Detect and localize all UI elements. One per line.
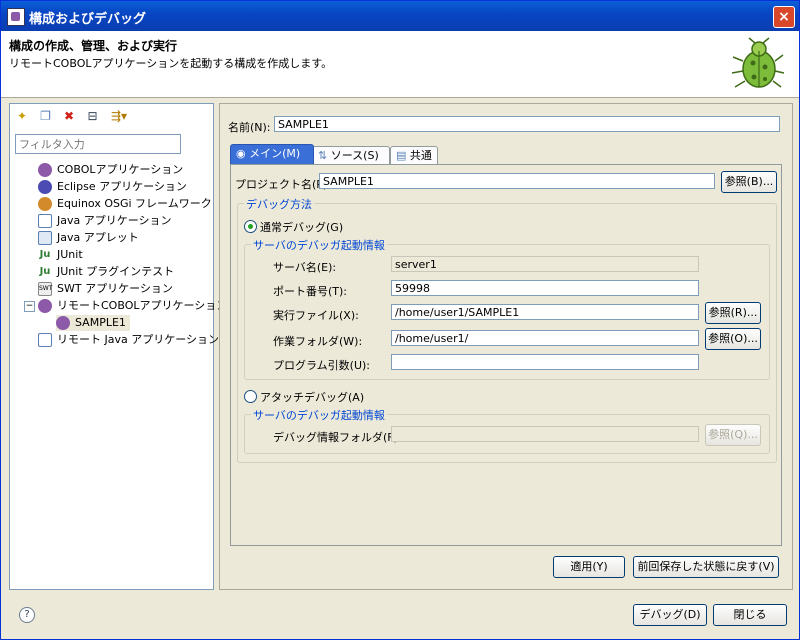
attach-debug-radio[interactable] xyxy=(244,390,257,403)
tab-label: ソース(S) xyxy=(330,149,379,162)
delete-icon[interactable]: ✖ xyxy=(61,108,77,124)
osgi-icon xyxy=(38,197,52,211)
duplicate-icon[interactable]: ❐ xyxy=(38,108,54,124)
project-label: プロジェクト名(P): xyxy=(235,178,331,191)
tree-item-junit-plugin[interactable]: Ju JUnit プラグインテスト xyxy=(38,264,175,280)
close-button[interactable]: 閉じる xyxy=(713,604,787,626)
tree-item-swt-app[interactable]: SWT SWT アプリケーション xyxy=(38,281,173,297)
debug-method-group: デバッグ方法 通常デバッグ(G) サーバのデバッガ起動情報 サーバ名(E): ポ… xyxy=(237,196,777,463)
tree-item-eclipse-app[interactable]: Eclipse アプリケーション xyxy=(38,179,187,195)
tree-item-label: リモート Java アプリケーション xyxy=(57,333,220,346)
java-app-icon xyxy=(38,214,52,228)
window-title: 構成およびデバッグ xyxy=(29,12,147,27)
normal-server-info-group: サーバのデバッガ起動情報 サーバ名(E): ポート番号(T): 実行ファイル(X… xyxy=(244,237,770,380)
remote-cobol-config-icon xyxy=(56,316,70,330)
collapse-toggle-icon[interactable]: − xyxy=(24,300,35,312)
tree-item-junit[interactable]: Ju JUnit xyxy=(38,247,83,263)
server-name-label: サーバ名(E): xyxy=(273,261,337,274)
filter-input[interactable] xyxy=(15,134,181,154)
config-tree-pane: ✦ ❐ ✖ ⊟ ⇶▾ COBOLアプリケーション Eclipse アプリケーショ… xyxy=(9,103,227,590)
tab-source[interactable]: ⇅ ソース(S) xyxy=(312,146,390,164)
tab-label: 共通 xyxy=(409,149,432,162)
dialog-header: 構成の作成、管理、および実行 リモートCOBOLアプリケーションを起動する構成を… xyxy=(1,31,799,98)
tree-item-label: Java アプレット xyxy=(57,231,139,244)
port-label: ポート番号(T): xyxy=(273,285,348,298)
name-label: 名前(N): xyxy=(228,121,271,134)
attach-server-info-group: サーバのデバッガ起動情報 デバッグ情報フォルダ(F): 参照(Q)... xyxy=(244,407,770,454)
remote-cobol-icon xyxy=(38,299,52,313)
debug-info-folder-label: デバッグ情報フォルダ(F): xyxy=(273,431,402,444)
app-icon xyxy=(7,8,25,26)
tree-item-remote-java[interactable]: リモート Java アプリケーション xyxy=(38,332,219,348)
revert-button[interactable]: 前回保存した状態に戻す(V) xyxy=(633,556,779,578)
work-folder-label: 作業フォルダ(W): xyxy=(273,335,363,348)
tree-item-label: SAMPLE1 xyxy=(75,316,126,329)
header-title: 構成の作成、管理、および実行 xyxy=(9,39,178,53)
eclipse-icon xyxy=(38,180,52,194)
tab-common[interactable]: ▤ 共通 xyxy=(390,146,438,164)
header-description: リモートCOBOLアプリケーションを起動する構成を作成します。 xyxy=(9,57,333,70)
tree-item-java-applet[interactable]: Java アプレット xyxy=(38,230,139,246)
tree-item-label: JUnit xyxy=(57,248,83,261)
exec-file-input[interactable] xyxy=(391,304,699,320)
title-bar: 構成およびデバッグ × xyxy=(1,1,799,31)
bug-logo-icon xyxy=(731,37,785,88)
tree-item-label: SWT アプリケーション xyxy=(57,282,173,295)
program-args-label: プログラム引数(U): xyxy=(273,359,371,372)
tree-item-label: リモートCOBOLアプリケーション xyxy=(57,299,228,312)
debug-folder-browse-button: 参照(Q)... xyxy=(705,424,761,446)
normal-debug-label: 通常デバッグ(G) xyxy=(260,221,344,234)
cobol-app-icon xyxy=(38,163,52,177)
dialog-window: 構成およびデバッグ × 構成の作成、管理、および実行 リモートCOBOLアプリケ… xyxy=(0,0,800,640)
remote-java-icon xyxy=(38,333,52,347)
tree-item-java-app[interactable]: Java アプリケーション xyxy=(38,213,172,229)
tree-item-label: Eclipse アプリケーション xyxy=(57,180,187,193)
new-config-icon[interactable]: ✦ xyxy=(14,108,30,124)
tab-label: メイン(M) xyxy=(249,147,301,160)
main-tab-icon: ◉ xyxy=(236,147,246,160)
tree-item-cobol-app[interactable]: COBOLアプリケーション xyxy=(38,162,183,178)
tree-item-remote-cobol[interactable]: − リモートCOBOLアプリケーション xyxy=(24,298,227,314)
server-info-title: サーバのデバッガ起動情報 xyxy=(251,237,387,253)
junit-plugin-icon: Ju xyxy=(39,266,51,277)
junit-icon: Ju xyxy=(39,249,51,260)
server-name-input xyxy=(391,256,699,272)
tab-main[interactable]: ◉ メイン(M) xyxy=(230,144,314,165)
tree-item-osgi[interactable]: Equinox OSGi フレームワーク xyxy=(38,196,212,212)
project-name-input[interactable] xyxy=(319,173,715,189)
left-toolbar: ✦ ❐ ✖ ⊟ ⇶▾ xyxy=(14,108,134,128)
project-browse-button[interactable]: 参照(B)... xyxy=(721,171,777,193)
tree-item-label: Java アプリケーション xyxy=(57,214,172,227)
debug-info-folder-input xyxy=(391,426,699,442)
work-folder-browse-button[interactable]: 参照(O)... xyxy=(705,328,761,350)
server-info-title-2: サーバのデバッガ起動情報 xyxy=(251,407,387,423)
source-tab-icon: ⇅ xyxy=(318,149,328,162)
exec-file-label: 実行ファイル(X): xyxy=(273,309,359,322)
tree-item-label: JUnit プラグインテスト xyxy=(57,265,175,278)
apply-button[interactable]: 適用(Y) xyxy=(553,556,625,578)
tree-item-label: Equinox OSGi フレームワーク xyxy=(57,197,212,210)
collapse-all-icon[interactable]: ⊟ xyxy=(85,108,101,124)
work-folder-input[interactable] xyxy=(391,330,699,346)
attach-debug-label: アタッチデバッグ(A) xyxy=(260,391,365,404)
main-tab-panel: プロジェクト名(P): 参照(B)... デバッグ方法 通常デバッグ(G) サー… xyxy=(230,164,782,546)
common-tab-icon: ▤ xyxy=(396,149,407,162)
config-editor-pane: 名前(N): ⇅ ソース(S) ▤ 共通 ◉ メイン(M) プロジェクト名(P)… xyxy=(219,103,793,590)
debug-button[interactable]: デバッグ(D) xyxy=(633,604,707,626)
program-args-input[interactable] xyxy=(391,354,699,370)
tree-item-sample1[interactable]: SAMPLE1 xyxy=(56,315,130,331)
port-input[interactable] xyxy=(391,280,699,296)
java-applet-icon xyxy=(38,231,52,245)
filter-icon[interactable]: ⇶▾ xyxy=(108,108,130,124)
config-name-input[interactable] xyxy=(274,116,780,132)
swt-icon: SWT xyxy=(38,282,52,296)
tree-item-label: COBOLアプリケーション xyxy=(57,163,184,176)
help-icon[interactable]: ? xyxy=(19,607,35,623)
normal-debug-radio[interactable] xyxy=(244,220,257,233)
debug-method-title: デバッグ方法 xyxy=(244,196,314,212)
close-icon[interactable]: × xyxy=(773,6,795,28)
exec-browse-button[interactable]: 参照(R)... xyxy=(705,302,761,324)
